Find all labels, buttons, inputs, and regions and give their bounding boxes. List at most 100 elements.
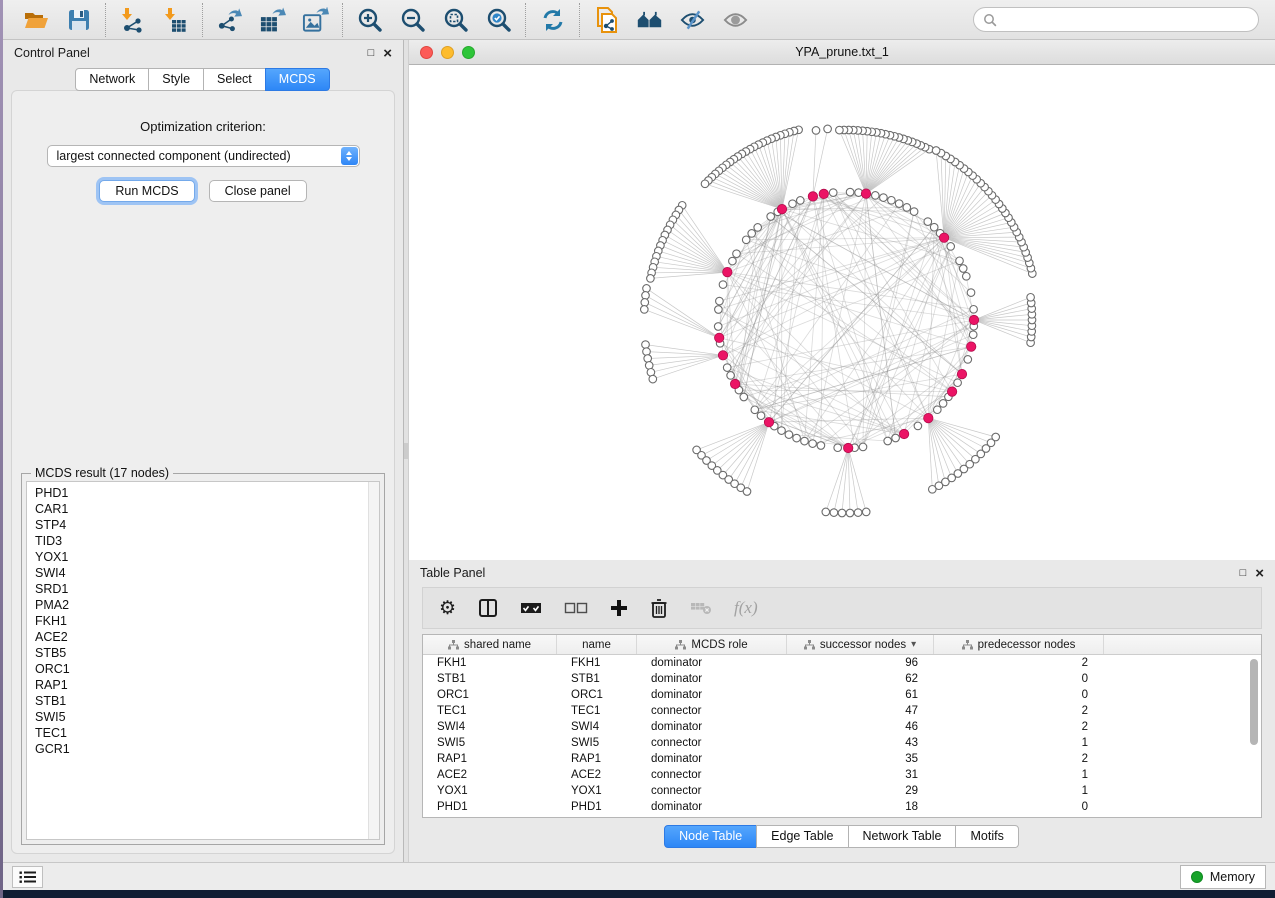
save-icon[interactable] <box>65 6 92 33</box>
table-row[interactable]: TEC1TEC1connector472 <box>423 703 1261 719</box>
mcds-result-item[interactable]: PHD1 <box>35 485 371 501</box>
mcds-result-item[interactable]: RAP1 <box>35 677 371 693</box>
memory-button[interactable]: Memory <box>1180 865 1266 889</box>
table-row[interactable]: SWI5SWI5connector431 <box>423 735 1261 751</box>
mcds-list-scrollbar[interactable] <box>368 482 379 839</box>
criterion-select[interactable]: largest connected component (undirected) <box>47 145 360 167</box>
import-table-icon[interactable] <box>162 6 189 33</box>
mcds-result-item[interactable]: STB5 <box>35 645 371 661</box>
table-row[interactable]: FKH1FKH1dominator962 <box>423 655 1261 671</box>
network-window-titlebar[interactable]: YPA_prune.txt_1 <box>409 40 1275 65</box>
delete-table-icon[interactable] <box>690 596 712 620</box>
mcds-result-item[interactable]: SRD1 <box>35 581 371 597</box>
import-network-icon[interactable] <box>119 6 146 33</box>
select-all-icon[interactable] <box>520 596 542 620</box>
float-panel-icon[interactable]: □ <box>368 48 375 59</box>
mcds-result-item[interactable]: CAR1 <box>35 501 371 517</box>
column-header-MCDS-role[interactable]: MCDS role <box>637 635 787 654</box>
table-cell: ORC1 <box>557 687 637 703</box>
table-row[interactable]: ORC1ORC1dominator610 <box>423 687 1261 703</box>
mcds-result-item[interactable]: PMA2 <box>35 597 371 613</box>
refresh-icon[interactable] <box>539 6 566 33</box>
network-canvas[interactable] <box>409 65 1275 560</box>
gear-icon[interactable]: ⚙ <box>439 596 456 620</box>
window-close-icon[interactable] <box>420 46 433 59</box>
export-table-icon[interactable] <box>259 6 286 33</box>
column-header-predecessor-nodes[interactable]: predecessor nodes <box>934 635 1104 654</box>
mcds-result-item[interactable]: SWI5 <box>35 709 371 725</box>
tab-node-table[interactable]: Node Table <box>664 825 757 848</box>
table-row[interactable]: RAP1RAP1dominator352 <box>423 751 1261 767</box>
column-header-name[interactable]: name <box>557 635 637 654</box>
mcds-result-item[interactable]: ACE2 <box>35 629 371 645</box>
delete-icon[interactable] <box>650 596 668 620</box>
run-mcds-button[interactable]: Run MCDS <box>99 180 194 202</box>
close-table-panel-icon[interactable]: × <box>1255 566 1264 581</box>
tab-style[interactable]: Style <box>148 68 204 91</box>
table-cell: FKH1 <box>557 655 637 671</box>
mcds-result-item[interactable]: TEC1 <box>35 725 371 741</box>
table-row[interactable]: STB1STB1dominator620 <box>423 671 1261 687</box>
table-row[interactable]: SWI4SWI4dominator462 <box>423 719 1261 735</box>
window-maximize-icon[interactable] <box>462 46 475 59</box>
float-table-panel-icon[interactable]: □ <box>1240 568 1247 579</box>
function-icon[interactable]: f(x) <box>734 596 758 620</box>
export-network-icon[interactable] <box>216 6 243 33</box>
eye-icon[interactable] <box>722 6 749 33</box>
mcds-result-item[interactable]: STB1 <box>35 693 371 709</box>
export-image-icon[interactable] <box>302 6 329 33</box>
table-cell: dominator <box>637 719 787 735</box>
table-row[interactable]: PHD1PHD1dominator180 <box>423 799 1261 815</box>
memory-status-icon <box>1191 871 1203 883</box>
column-header-successor-nodes[interactable]: successor nodes▾ <box>787 635 934 654</box>
table-row[interactable]: ACE2ACE2connector311 <box>423 767 1261 783</box>
close-panel-icon[interactable]: × <box>383 46 392 61</box>
mcds-result-item[interactable]: ORC1 <box>35 661 371 677</box>
column-type-icon <box>804 640 815 650</box>
close-panel-button[interactable]: Close panel <box>209 180 307 202</box>
tab-edge-table[interactable]: Edge Table <box>756 825 848 848</box>
deselect-all-icon[interactable] <box>564 596 588 620</box>
mcds-result-item[interactable]: TID3 <box>35 533 371 549</box>
zoom-selected-icon[interactable] <box>485 6 512 33</box>
network-graph[interactable] <box>409 65 1275 560</box>
tab-network-table[interactable]: Network Table <box>848 825 957 848</box>
mcds-result-group: MCDS result (17 nodes) PHD1CAR1STP4TID3Y… <box>21 473 385 845</box>
task-history-button[interactable] <box>12 866 43 888</box>
mcds-result-item[interactable]: STP4 <box>35 517 371 533</box>
search-input[interactable] <box>973 7 1259 32</box>
node-table: shared namenameMCDS rolesuccessor nodes▾… <box>422 634 1262 818</box>
tab-mcds[interactable]: MCDS <box>265 68 330 91</box>
open-folder-icon[interactable] <box>22 6 49 33</box>
table-cell: STB1 <box>423 671 557 687</box>
eye-slash-icon[interactable] <box>679 6 706 33</box>
mcds-result-item[interactable]: SWI4 <box>35 565 371 581</box>
add-icon[interactable] <box>610 596 628 620</box>
tab-motifs[interactable]: Motifs <box>955 825 1018 848</box>
search-field[interactable] <box>1002 13 1249 27</box>
window-minimize-icon[interactable] <box>441 46 454 59</box>
splitter-handle-icon[interactable] <box>404 443 408 459</box>
zoom-fit-icon[interactable] <box>442 6 469 33</box>
mcds-result-item[interactable]: GCR1 <box>35 741 371 757</box>
mcds-result-item[interactable]: FKH1 <box>35 613 371 629</box>
zoom-out-icon[interactable] <box>399 6 426 33</box>
tab-select[interactable]: Select <box>203 68 266 91</box>
table-scrollbar[interactable] <box>1249 659 1259 809</box>
control-panel-tabs: NetworkStyleSelectMCDS <box>3 68 403 91</box>
column-header-shared-name[interactable]: shared name <box>423 635 557 654</box>
tab-network[interactable]: Network <box>75 68 149 91</box>
table-toolbar: ⚙ <box>422 587 1262 629</box>
zoom-in-icon[interactable] <box>356 6 383 33</box>
table-cell: RAP1 <box>423 751 557 767</box>
table-row[interactable]: YOX1YOX1connector291 <box>423 783 1261 799</box>
table-scrollbar-thumb[interactable] <box>1250 659 1258 745</box>
memory-label: Memory <box>1210 870 1255 884</box>
table-cell: PHD1 <box>423 799 557 815</box>
table-cell: 0 <box>934 799 1104 815</box>
houses-icon[interactable] <box>636 6 663 33</box>
columns-icon[interactable] <box>478 596 498 620</box>
clone-network-icon[interactable] <box>593 6 620 33</box>
mcds-result-item[interactable]: YOX1 <box>35 549 371 565</box>
mcds-result-list[interactable]: PHD1CAR1STP4TID3YOX1SWI4SRD1PMA2FKH1ACE2… <box>26 481 380 840</box>
